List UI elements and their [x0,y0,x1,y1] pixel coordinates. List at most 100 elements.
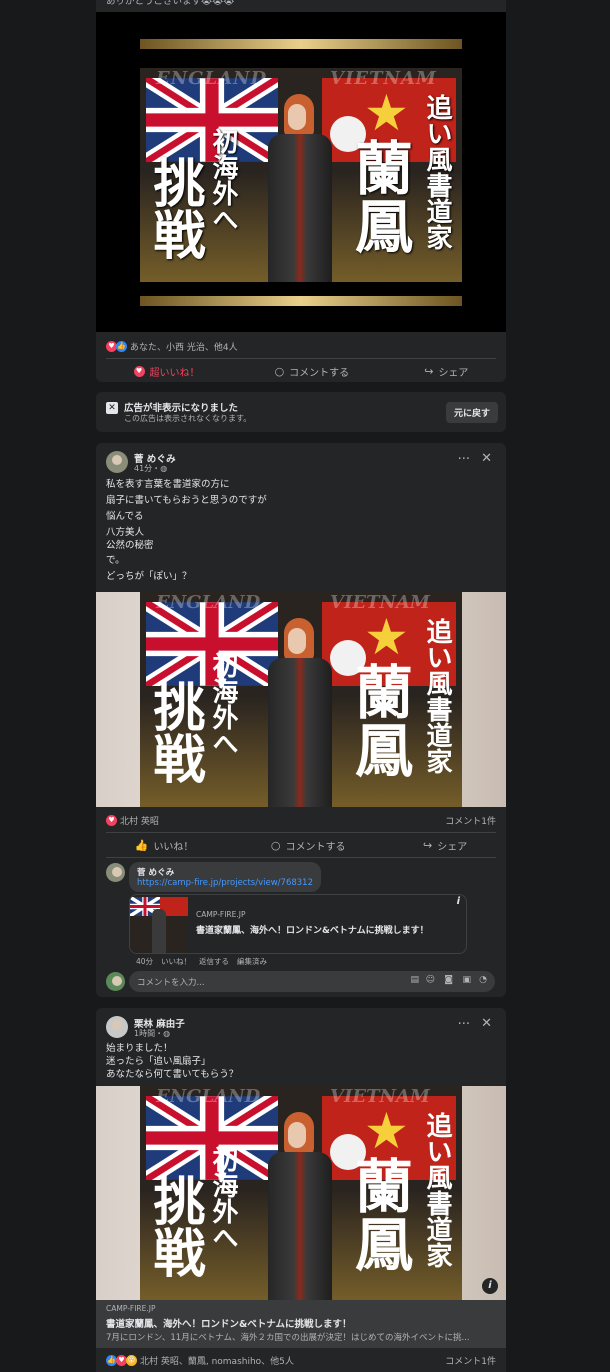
camera-icon[interactable]: ◙ [444,975,453,985]
image-panel: ★ ENGLAND VIETNAM 挑戦 初海外へ 蘭鳳 追い風書道家 [140,68,462,282]
heart-icon: ♥ [133,365,145,377]
comment-input[interactable]: コメントを入力... ▤ ☺ ◙ ▣ ◔ [129,971,495,992]
post-line: 扇子に書いてもらおうと思うのですが [106,495,267,506]
gif-icon[interactable]: ▣ [462,975,471,985]
post-line: 迷ったら「追い風扇子」 [106,1056,211,1067]
preview-thumbnail [130,895,188,953]
label-england: ENGLAND [156,68,268,89]
label-vietnam: VIETNAM [330,592,430,613]
post-time-text: 1時間・ [134,1029,164,1038]
my-avatar[interactable] [106,972,125,991]
text-profession: 追い風書道家 [422,94,452,250]
comment-time[interactable]: 40分 [136,956,153,967]
reactions-text: 北村 英昭 [120,817,159,827]
share-label: シェア [438,367,469,379]
comment-link[interactable]: https://camp-fire.jp/projects/view/76831… [137,878,313,888]
close-icon[interactable]: ✕ [481,1017,492,1030]
action-row: ♥ 超いいね！ ○ コメントする ↪ シェア [96,359,506,383]
gold-bar-bottom [140,296,462,306]
share-button[interactable]: ↪ シェア [424,364,468,379]
reactions-text: 北村 英昭、蘭鳳, nomashiho、他5人 [140,1357,294,1367]
reactions-summary[interactable]: ♥ 北村 英昭 [106,814,159,827]
comment-bubble: 菅 めぐみ https://camp-fire.jp/projects/view… [129,862,321,892]
post-line: 公然の秘密 [106,540,154,551]
avatar[interactable] [106,1016,128,1038]
post-body: 始まりました！ 迷ったら「追い風扇子」 あなたなら何て書いてもらう？ [106,1042,238,1081]
close-square-icon: ✕ [106,402,118,414]
post-line: 私を表す言葉を書道家の方に [106,479,230,490]
star-icon: ★ [364,608,409,666]
comment-count[interactable]: コメント1件 [445,1354,496,1367]
label-vietnam: VIETNAM [330,1086,430,1107]
link-title: 書道家蘭鳳、海外へ！ロンドン&ベトナムに挑戦します！ [106,1319,352,1330]
text-challenge: 挑戦 [144,680,205,784]
image-panel: ★ ENGLAND VIETNAM 挑戦 初海外へ 蘭鳳 追い風書道家 [140,592,462,807]
text-first-overseas: 初海外へ [208,1146,238,1250]
share-icon: ↪ [424,364,434,378]
star-icon: ★ [364,1102,409,1160]
comment-button[interactable]: ○ コメントする [271,838,346,853]
comment-author[interactable]: 菅 めぐみ [137,866,313,878]
text-name: 蘭鳳 [345,662,413,778]
comment-edited: 編集済み [237,957,268,966]
avatar[interactable] [106,451,128,473]
hidden-ad-title: 広告が非表示になりました [124,403,239,414]
emoji-icon[interactable]: ☺ [426,975,435,985]
sticker-icon[interactable]: ▤ [410,975,419,985]
post-card-mayuko: 栗林 麻由子 1時間・◍ ··· ✕ 始まりました！ 迷ったら「追い風扇子」 あ… [96,1008,506,1372]
like-label: いいね！ [153,841,194,853]
info-icon[interactable]: i [482,1278,498,1294]
text-profession: 追い風書道家 [422,1112,452,1268]
post-card-megumi: 菅 めぐみ 41分・◍ ··· ✕ 私を表す言葉を書道家の方に 扇子に書いてもら… [96,443,506,997]
comment-label: コメントする [285,841,346,853]
reactions-summary[interactable]: ♥ 👍 あなた、小西 光治、他4人 [106,340,238,353]
link-preview[interactable]: CAMP-FIRE.JP 書道家蘭鳳、海外へ！ロンドン&ベトナムに挑戦します！ … [129,894,467,954]
text-challenge: 挑戦 [144,156,205,260]
thumbs-up-icon: 👍 [134,838,149,852]
post-line: どっちが「ぽい」？ [106,571,192,582]
top-post-text: ありがとうございます😭😭😭 [106,0,235,7]
post-time[interactable]: 41分・◍ [134,463,167,474]
calligrapher-figure [260,94,366,282]
preview-domain: CAMP-FIRE.JP [196,910,246,919]
image-panel: ★ ENGLAND VIETNAM 挑戦 初海外へ 蘭鳳 追い風書道家 [140,1086,462,1300]
like-reaction-icon: 👍 [116,341,127,352]
post-line: あなたなら何て書いてもらう？ [106,1069,239,1080]
post-image[interactable]: ★ ENGLAND VIETNAM 挑戦 初海外へ 蘭鳳 追い風書道家 i [96,1086,506,1300]
comment-like[interactable]: いいね！ [161,956,191,967]
info-icon[interactable]: i [457,896,460,907]
link-preview-footer[interactable]: CAMP-FIRE.JP 書道家蘭鳳、海外へ！ロンドン&ベトナムに挑戦します！ … [96,1300,506,1348]
comment-reply[interactable]: 返信する [199,956,229,967]
comment-avatar[interactable] [106,863,125,882]
more-options-icon[interactable]: ··· [458,453,470,466]
text-name: 蘭鳳 [345,138,413,254]
undo-button[interactable]: 元に戻す [445,402,498,423]
comment-count[interactable]: コメント1件 [445,814,496,827]
post-image[interactable]: ★ ENGLAND VIETNAM 挑戦 初海外へ 蘭鳳 追い風書道家 [96,592,506,807]
label-england: ENGLAND [156,592,261,613]
preview-title: 書道家蘭鳳、海外へ！ロンドン&ベトナムに挑戦します！ [196,926,429,936]
more-options-icon[interactable]: ··· [458,1018,470,1031]
avatar-sticker-icon[interactable]: ◔ [479,975,487,985]
like-button[interactable]: 👍 いいね！ [135,838,194,853]
post-time[interactable]: 1時間・◍ [134,1028,170,1039]
love-button[interactable]: ♥ 超いいね！ [133,364,200,379]
post-body: 私を表す言葉を書道家の方に 扇子に書いてもらおうと思うのですが 悩んでる 八方美… [106,477,267,585]
share-label: シェア [437,841,468,853]
close-icon[interactable]: ✕ [481,452,492,465]
post-time-text: 41分・ [134,464,161,473]
post-line: 悩んでる [106,511,144,522]
post-image[interactable]: ★ ENGLAND VIETNAM 挑戦 初海外へ 蘭鳳 追い風書道家 [96,12,506,332]
globe-icon: ◍ [163,1029,171,1038]
comment-button[interactable]: ○ コメントする [275,364,350,379]
hidden-ad-subtitle: この広告は表示されなくなります。 [124,414,252,423]
comment-label: コメントする [289,367,350,379]
share-button[interactable]: ↪ シェア [423,838,467,853]
action-row: 👍 いいね！ ○ コメントする ↪ シェア [96,833,506,857]
reactions-summary[interactable]: 👍 ♥ 😮 北村 英昭、蘭鳳, nomashiho、他5人 [106,1354,294,1367]
wow-reaction-icon: 😮 [126,1355,137,1366]
post-line: 始まりました！ [106,1043,173,1054]
reactions-text: あなた、小西 光治、他4人 [130,343,238,353]
share-icon: ↪ [423,838,433,852]
label-england: ENGLAND [156,1086,261,1107]
